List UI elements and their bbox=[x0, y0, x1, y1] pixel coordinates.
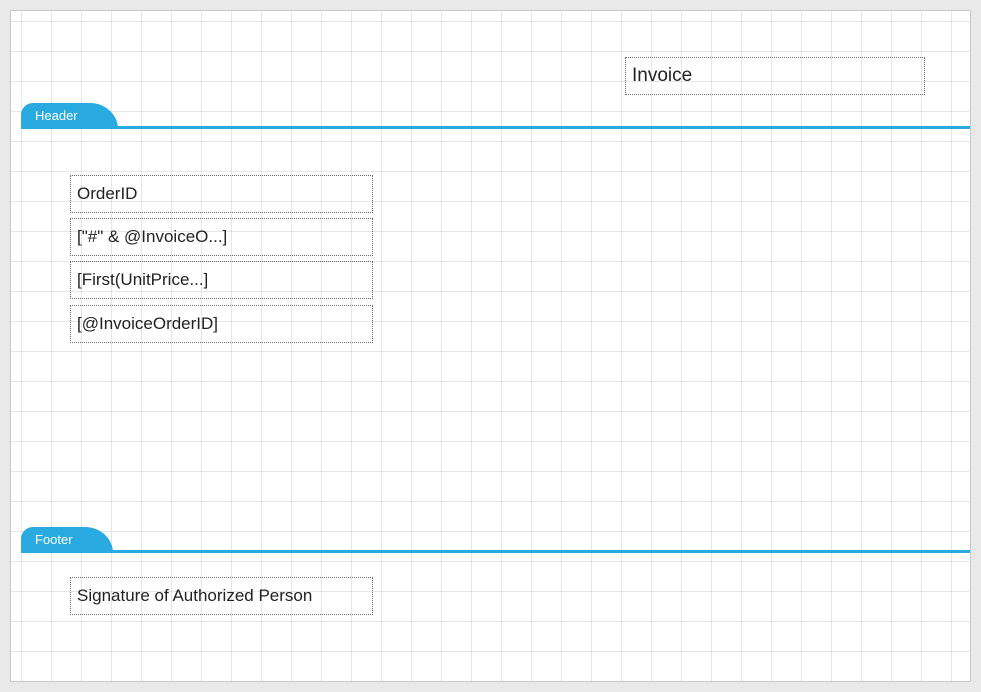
report-item-invoice-title[interactable]: Invoice bbox=[625, 57, 925, 95]
section-tab-footer[interactable]: Footer bbox=[21, 527, 99, 553]
report-item-invoice-number-expression[interactable]: ["#" & @InvoiceO...] bbox=[70, 218, 373, 256]
report-item-invoice-orderid-expression[interactable]: [@InvoiceOrderID] bbox=[70, 305, 373, 343]
report-item-signature-label[interactable]: Signature of Authorized Person bbox=[70, 577, 373, 615]
report-design-surface[interactable]: Invoice Header OrderID ["#" & @InvoiceO.… bbox=[10, 10, 971, 682]
section-rule-header bbox=[21, 126, 970, 129]
section-tab-header[interactable]: Header bbox=[21, 103, 104, 129]
section-separator-footer[interactable]: Footer bbox=[21, 527, 970, 553]
section-separator-header[interactable]: Header bbox=[21, 103, 970, 129]
section-rule-footer bbox=[21, 550, 970, 553]
report-item-first-unitprice-expression[interactable]: [First(UnitPrice...] bbox=[70, 261, 373, 299]
report-item-orderid-label[interactable]: OrderID bbox=[70, 175, 373, 213]
